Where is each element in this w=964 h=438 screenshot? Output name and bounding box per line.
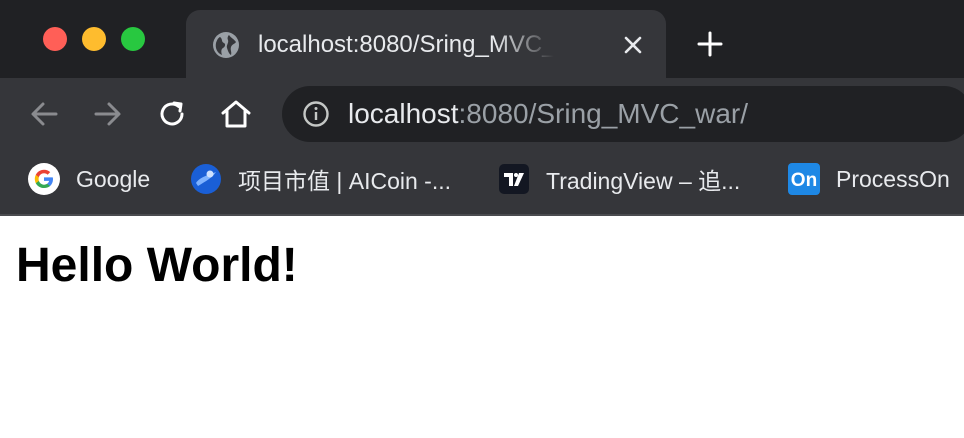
bookmark-tradingview[interactable]: TradingView – 追...	[498, 163, 740, 195]
bookmark-label: Google	[76, 165, 151, 192]
address-bar[interactable]: localhost:8080/Sring_MVC_war/	[282, 86, 964, 142]
plus-icon[interactable]	[694, 28, 726, 60]
url-path: :8080/Sring_MVC_war/	[458, 98, 748, 129]
info-icon[interactable]	[302, 100, 330, 128]
aicoin-icon	[191, 164, 221, 194]
bookmarks-bar: Google 项目市值 | AICoin -... TradingView – …	[0, 150, 964, 214]
toolbar: localhost:8080/Sring_MVC_war/	[0, 78, 964, 150]
bookmark-processon[interactable]: On ProcessOn	[788, 163, 950, 195]
page-heading: Hello World!	[16, 239, 298, 292]
arrow-right-icon[interactable]	[90, 96, 126, 132]
tradingview-icon	[499, 164, 529, 194]
window-minimize-button[interactable]	[82, 27, 106, 51]
tab-strip: localhost:8080/Sring_MVC_war/	[0, 0, 964, 78]
bookmark-label: TradingView – 追...	[546, 168, 741, 194]
bookmark-label: ProcessOn	[836, 165, 950, 192]
globe-icon	[213, 32, 239, 58]
google-g-icon	[28, 163, 60, 195]
browser-chrome: localhost:8080/Sring_MVC_war/	[0, 0, 964, 216]
page-content: Hello World!	[0, 216, 964, 438]
processon-icon-text: On	[791, 170, 817, 191]
bookmark-label: 项目市值 | AICoin -...	[238, 168, 452, 194]
window-zoom-button[interactable]	[121, 27, 145, 51]
window-close-button[interactable]	[43, 27, 67, 51]
reload-icon[interactable]	[154, 96, 190, 132]
url-host: localhost	[348, 98, 459, 129]
arrow-left-icon[interactable]	[26, 96, 62, 132]
close-icon[interactable]	[620, 32, 646, 58]
url-text[interactable]: localhost:8080/Sring_MVC_war/	[348, 97, 748, 131]
active-tab[interactable]: localhost:8080/Sring_MVC_war/	[186, 10, 666, 78]
bookmark-google[interactable]: Google	[28, 163, 150, 195]
home-icon[interactable]	[218, 96, 254, 132]
bookmark-aicoin[interactable]: 项目市值 | AICoin -...	[190, 163, 451, 195]
tab-title: localhost:8080/Sring_MVC_war/	[258, 31, 554, 58]
processon-icon: On	[788, 163, 820, 195]
